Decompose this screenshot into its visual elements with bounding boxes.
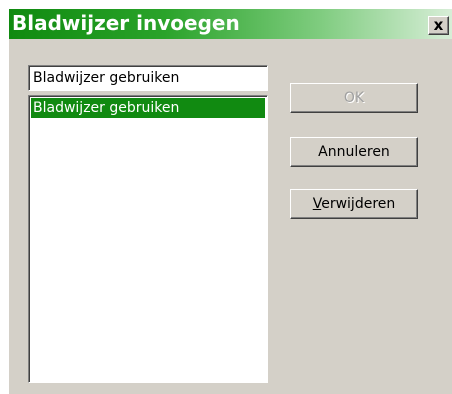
close-button[interactable]: x xyxy=(428,16,449,35)
dialog-title: Bladwijzer invoegen xyxy=(12,11,240,35)
title-bar[interactable]: Bladwijzer invoegen x xyxy=(9,9,452,39)
list-item[interactable]: Bladwijzer gebruiken xyxy=(31,98,265,118)
delete-button[interactable]: Verwijderen xyxy=(290,189,418,219)
bookmark-list[interactable]: Bladwijzer gebruiken xyxy=(28,95,268,383)
cancel-button[interactable]: Annuleren xyxy=(290,137,418,167)
bookmark-name-input[interactable] xyxy=(28,65,268,91)
delete-button-mnemonic: V xyxy=(312,196,322,212)
insert-bookmark-dialog: Bladwijzer invoegen x Bladwijzer gebruik… xyxy=(8,8,452,394)
ok-button[interactable]: OK xyxy=(290,83,418,113)
delete-button-label: erwijderen xyxy=(321,196,396,212)
close-icon: x xyxy=(433,16,444,34)
